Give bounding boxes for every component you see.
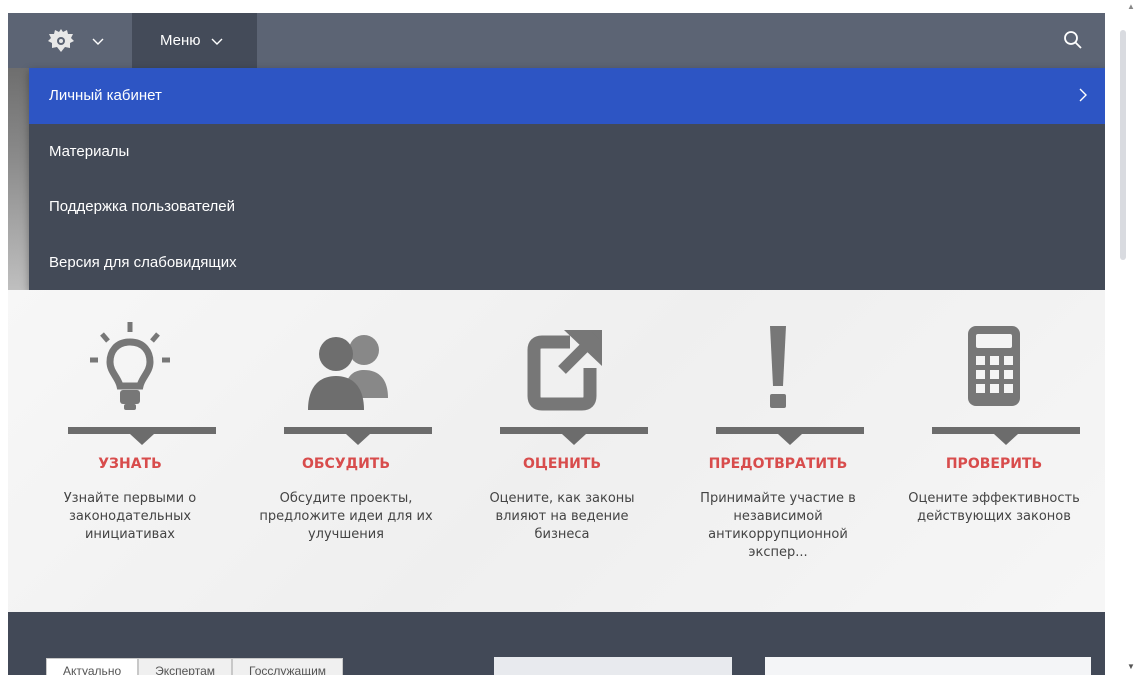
menu-item-label: Версия для слабовидящих — [49, 253, 237, 271]
search-icon[interactable] — [1061, 28, 1085, 52]
menu-item-materials[interactable]: Материалы — [29, 124, 1106, 180]
scroll-down-icon[interactable]: ▼ — [1127, 662, 1135, 671]
feature-title: ПРЕДОТВРАТИТЬ — [708, 456, 848, 472]
news-tabs: Актуально Экспертам Госслужащим — [46, 658, 344, 675]
news-section: Актуально Экспертам Госслужащим — [8, 612, 1105, 675]
calculator-icon — [968, 326, 1020, 406]
feature-description: Узнайте первыми о законодательных инициа… — [63, 491, 197, 542]
menu-item-label: Личный кабинет — [49, 87, 162, 105]
top-navigation-bar: Меню — [8, 13, 1105, 68]
feature-evaluate[interactable]: ОЦЕНИТЬ Оцените, как законы влияют на ве… — [454, 290, 670, 612]
tab-civil-servants[interactable]: Госслужащим — [232, 658, 344, 675]
tab-experts[interactable]: Экспертам — [138, 658, 233, 675]
feature-learn[interactable]: УЗНАТЬ Узнайте первыми о законодательных… — [22, 290, 238, 612]
feature-divider-pointer — [994, 434, 1018, 445]
feature-description: Оцените эффективность действующих законо… — [908, 491, 1080, 524]
feature-title: ОЦЕНИТЬ — [522, 456, 602, 472]
menu-item-label: Поддержка пользователей — [49, 198, 236, 216]
feature-title: ОБСУДИТЬ — [301, 456, 391, 472]
exclamation-icon — [770, 326, 786, 408]
menu-item-accessibility-version[interactable]: Версия для слабовидящих — [29, 235, 1106, 291]
external-arrow-icon — [527, 330, 602, 411]
feature-description: Оцените, как законы влияют на ведение би… — [489, 491, 635, 542]
feature-divider-pointer — [130, 434, 154, 445]
feature-description: Обсудите проекты, предложите идеи для их… — [259, 491, 433, 542]
feature-divider — [932, 427, 1080, 434]
feature-divider-pointer — [346, 434, 370, 445]
feature-prevent[interactable]: ПРЕДОТВРАТИТЬ Принимайте участие в незав… — [670, 290, 886, 612]
feature-title: УЗНАТЬ — [98, 456, 162, 472]
emblem-dropdown-button[interactable] — [8, 13, 132, 68]
feature-divider — [716, 427, 864, 434]
chevron-right-icon — [1079, 88, 1087, 102]
chevron-down-icon — [211, 38, 223, 45]
menu-label: Меню — [160, 32, 201, 49]
feature-description: Принимайте участие в независимой антикор… — [700, 491, 856, 560]
lightbulb-icon — [90, 322, 170, 410]
feature-divider-pointer — [778, 434, 802, 445]
menu-item-label: Материалы — [49, 142, 130, 160]
feature-divider — [500, 427, 648, 434]
chevron-down-icon — [92, 38, 104, 45]
coat-of-arms-icon — [48, 28, 74, 52]
scroll-up-icon[interactable]: ▲ — [1127, 2, 1135, 11]
menu-dropdown: Личный кабинет Материалы Поддержка польз… — [29, 68, 1106, 290]
menu-item-personal-account[interactable]: Личный кабинет — [29, 68, 1106, 124]
scrollbar-thumb[interactable] — [1120, 30, 1126, 260]
features-section: УЗНАТЬ Узнайте первыми о законодательных… — [8, 290, 1105, 612]
feature-title: ПРОВЕРИТЬ — [945, 456, 1043, 472]
feature-divider — [68, 427, 216, 434]
feature-divider-pointer — [562, 434, 586, 445]
menu-item-user-support[interactable]: Поддержка пользователей — [29, 179, 1106, 235]
people-icon — [308, 335, 388, 410]
tab-actual[interactable]: Актуально — [46, 658, 139, 675]
feature-divider — [284, 427, 432, 434]
menu-button[interactable]: Меню — [132, 13, 257, 68]
news-card[interactable] — [765, 657, 1091, 675]
news-card[interactable] — [494, 657, 732, 675]
feature-discuss[interactable]: ОБСУДИТЬ Обсудите проекты, предложите ид… — [238, 290, 454, 612]
feature-verify[interactable]: ПРОВЕРИТЬ Оцените эффективность действую… — [886, 290, 1102, 612]
